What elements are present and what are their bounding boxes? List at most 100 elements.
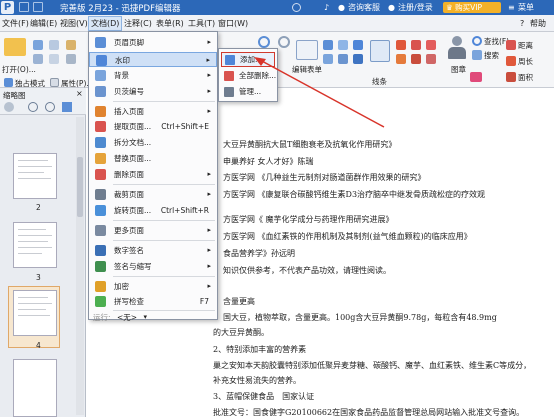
menu-item-label: 裁剪页面 <box>114 190 144 199</box>
ellipse-tool-icon[interactable] <box>396 54 406 64</box>
menu-file[interactable]: 文件(F) <box>2 17 29 30</box>
menu-item-spell-check[interactable]: 拼写检查 F7 <box>89 294 217 309</box>
pencil-tool-icon[interactable] <box>411 54 421 64</box>
minimize-ring-icon <box>292 3 301 12</box>
user-icon[interactable]: ● <box>388 1 395 14</box>
menu-view[interactable]: 视图(V) <box>60 17 88 30</box>
menu-item-crop-pages[interactable]: 裁剪页面 ▸ <box>89 187 217 202</box>
cloud-tool-icon[interactable] <box>426 54 436 64</box>
open-label[interactable]: 打开(O)... <box>2 64 36 75</box>
combo-field-icon[interactable] <box>353 40 363 50</box>
help-icon[interactable]: ? <box>520 17 524 30</box>
menu-document[interactable]: 文档(D) <box>88 16 123 31</box>
distance-label[interactable]: 距离 <box>518 40 533 51</box>
doc-line: 国大豆，植物萃取，含量更高。100g含大豆异黄酮9.78g，每粒含有48.9mg <box>223 313 497 322</box>
text-field-icon[interactable] <box>323 40 333 50</box>
panel-title: 缩略图 <box>3 91 26 100</box>
find-icon[interactable] <box>472 36 482 46</box>
panel-zoom-in-icon[interactable] <box>28 102 38 112</box>
radio-field-icon[interactable] <box>338 40 348 50</box>
menu-item-more-pages[interactable]: 更多页面 ▸ <box>89 223 217 238</box>
thumbnail-page-4[interactable] <box>13 290 57 336</box>
menu-bar: 文件(F) 编辑(E) 视图(V) 文档(D) 注释(C) 表单(R) 工具(T… <box>0 15 554 32</box>
print-tool-icon[interactable] <box>33 54 43 64</box>
hand-tool-icon[interactable] <box>66 40 76 50</box>
annotation-arrow-icon <box>254 57 385 128</box>
menu-item-delete-pages[interactable]: 删除页面 ▸ <box>89 167 217 182</box>
delete-pages-icon <box>95 169 106 180</box>
panel-settings-icon[interactable] <box>4 102 14 112</box>
save-icon[interactable] <box>19 2 29 12</box>
menu-item-sign-initials[interactable]: 签名与缩写 ▸ <box>89 259 217 274</box>
area-icon[interactable] <box>506 72 516 82</box>
area-label[interactable]: 面积 <box>518 72 533 83</box>
panel-page-icon[interactable] <box>62 102 72 112</box>
folder-icon[interactable] <box>4 38 26 56</box>
menu-tools[interactable]: 工具(T) <box>188 17 215 30</box>
menu-item-digital-signature[interactable]: 数字签名 ▸ <box>89 243 217 258</box>
paste-tool-icon[interactable] <box>49 54 59 64</box>
perimeter-label[interactable]: 周长 <box>518 56 533 67</box>
search-icon[interactable] <box>472 50 482 60</box>
select-tool-icon[interactable] <box>66 54 76 64</box>
thumbnail-page-2[interactable] <box>13 153 57 199</box>
bell-icon[interactable]: ♪ <box>324 1 329 14</box>
spell-check-icon <box>95 296 106 307</box>
perimeter-icon[interactable] <box>506 56 516 66</box>
menu-item-split-document[interactable]: 拆分文档... <box>89 135 217 150</box>
panel-zoom-out-icon[interactable] <box>45 102 55 112</box>
sign-initials-icon <box>95 261 106 272</box>
background-icon <box>95 70 106 81</box>
login-link[interactable]: 注册/登录 <box>398 1 433 14</box>
zoom-in-icon[interactable] <box>258 36 270 48</box>
thumbnail-page-3[interactable] <box>13 222 57 268</box>
menu-item-bates[interactable]: 贝茨编号 ▸ <box>89 84 217 99</box>
rectangle-tool-icon[interactable] <box>396 40 406 50</box>
app-logo: P <box>1 1 14 14</box>
menu-item-label: 替换页面... <box>114 154 152 163</box>
zoom-out-icon[interactable] <box>278 36 290 48</box>
thumbnail-label-4: 4 <box>36 341 41 350</box>
stamp-icon[interactable] <box>448 36 466 62</box>
menu-item-rotate-pages[interactable]: 旋转页面... Ctrl+Shift+R <box>89 203 217 218</box>
menu-item-header-footer[interactable]: 页眉页脚 ▸ <box>89 35 217 50</box>
polygon-tool-icon[interactable] <box>411 40 421 50</box>
exclusive-mode-icon[interactable] <box>4 78 13 87</box>
doc-line: 方医学网 《康复联合碳酸钙维生素D3治疗脑卒中继发骨质疏松症的疗效观 <box>223 190 486 199</box>
menu-link[interactable]: 菜单 <box>518 1 534 14</box>
menu-comment[interactable]: 注释(C) <box>124 17 152 30</box>
copy-tool-icon[interactable] <box>49 40 59 50</box>
menu-edit[interactable]: 编辑(E) <box>30 17 57 30</box>
menu-form[interactable]: 表单(R) <box>156 17 184 30</box>
distance-icon[interactable] <box>506 40 516 50</box>
menu-item-background[interactable]: 背景 ▸ <box>89 68 217 83</box>
submenu-arrow-icon: ▸ <box>207 107 211 115</box>
thumbnail-page-5[interactable] <box>13 359 57 417</box>
print-icon[interactable] <box>33 2 43 12</box>
vip-label: 购买VIP <box>455 3 482 12</box>
chat-icon[interactable]: ● <box>338 1 345 14</box>
save-tool-icon[interactable] <box>33 40 43 50</box>
menu-item-label: 拆分文档... <box>114 138 152 147</box>
menu-item-run[interactable]: 运行: <无> ▾ <box>89 312 217 322</box>
properties-icon[interactable] <box>50 78 59 87</box>
menu-icon[interactable]: ≡ <box>508 1 515 14</box>
search-label[interactable]: 搜索 <box>484 50 499 61</box>
vip-button[interactable]: ♛ 购买VIP <box>443 2 501 13</box>
menu-item-replace-pages[interactable]: 替换页面... <box>89 151 217 166</box>
panel-close-icon[interactable]: × <box>76 89 83 98</box>
menu-item-insert-pages[interactable]: 插入页面 ▸ <box>89 104 217 119</box>
arrow-tool-icon[interactable] <box>426 40 436 50</box>
stamp-label[interactable]: 图章 <box>451 64 466 75</box>
menu-item-watermark[interactable]: 水印 ▸ <box>89 52 217 67</box>
panel-scrollbar[interactable] <box>76 117 84 415</box>
menu-help[interactable]: 帮助 <box>530 17 546 30</box>
menu-item-encrypt[interactable]: 加密 ▸ <box>89 279 217 294</box>
chat-link[interactable]: 咨询客服 <box>348 1 380 14</box>
menu-window[interactable]: 窗口(W) <box>218 17 248 30</box>
submenu-arrow-icon: ▸ <box>207 190 211 198</box>
remove-watermark-icon <box>224 71 234 81</box>
submenu-arrow-icon: ▸ <box>206 56 210 64</box>
menu-item-extract-pages[interactable]: 提取页面... Ctrl+Shift+E <box>89 119 217 134</box>
eraser-icon[interactable] <box>470 72 482 82</box>
